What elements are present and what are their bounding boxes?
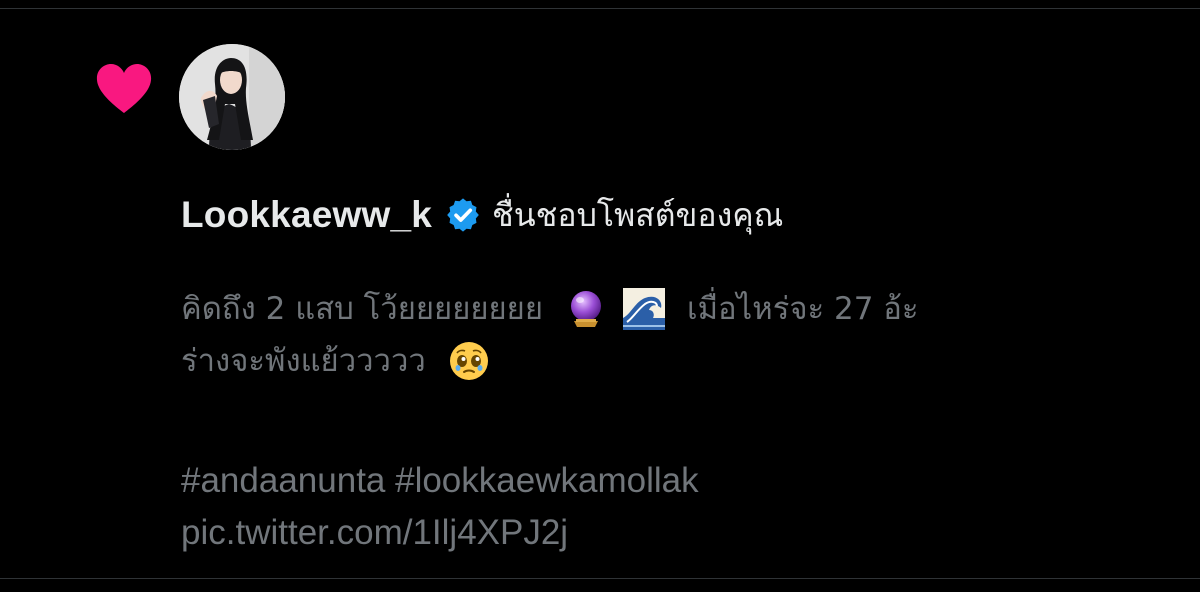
crystal-ball-emoji-icon <box>565 288 607 330</box>
hashtags[interactable]: #andaanunta #lookkaewkamollak <box>181 455 699 507</box>
action-text: ชื่นชอบโพสต์ของคุณ <box>492 195 784 234</box>
pleading-face-emoji-icon <box>448 340 490 382</box>
bottom-divider <box>0 578 1200 579</box>
notification-header: Lookkaeww_k ชื่นชอบโพสต์ของคุณ <box>181 185 783 245</box>
heart-icon <box>96 64 152 113</box>
avatar-image <box>179 44 285 150</box>
username-link[interactable]: Lookkaeww_k <box>181 194 432 236</box>
tweet-text-part-3: ร่างจะพังแย้ววววว <box>181 343 426 379</box>
tweet-line-2: ร่างจะพังแย้ววววว <box>181 335 1161 387</box>
tweet-text-part-1: คิดถึง 2 แสบ โว้ยยยยยยยย <box>181 291 544 327</box>
verified-badge-icon <box>447 198 479 232</box>
avatar[interactable] <box>179 44 285 150</box>
tweet-line-1: คิดถึง 2 แสบ โว้ยยยยยยยย เมื่อไหร่จะ 27 … <box>181 283 1161 335</box>
like-notification[interactable]: Lookkaeww_k ชื่นชอบโพสต์ของคุณ คิดถึง 2 … <box>0 9 1200 578</box>
tweet-text[interactable]: คิดถึง 2 แสบ โว้ยยยยยยยย เมื่อไหร่จะ 27 … <box>181 283 1161 387</box>
water-wave-emoji-icon <box>623 288 666 330</box>
tweet-links: #andaanunta #lookkaewkamollak pic.twitte… <box>181 455 699 559</box>
pic-link[interactable]: pic.twitter.com/1Ilj4XPJ2j <box>181 507 699 559</box>
tweet-text-part-2: เมื่อไหร่จะ 27 อ้ะ <box>687 291 919 327</box>
